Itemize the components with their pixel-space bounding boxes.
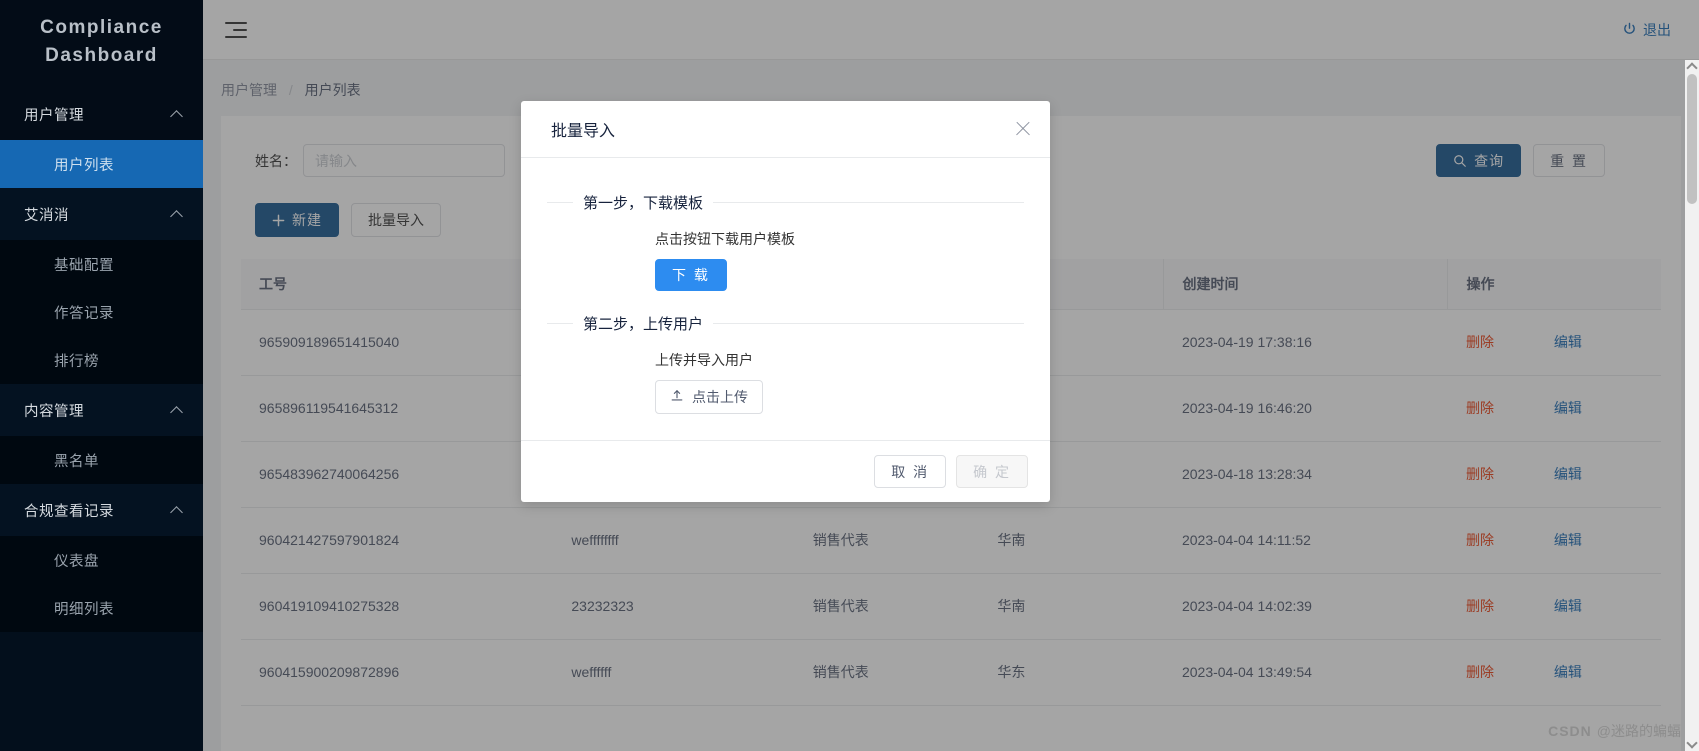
watermark-text: @迷路的蝙蝠 <box>1596 723 1681 739</box>
cancel-button-label: 取 消 <box>891 463 930 480</box>
main-area: 退出 用户管理 / 用户列表 姓名： 工号： <box>203 0 1699 751</box>
sidebar-item-base-config[interactable]: 基础配置 <box>0 240 203 288</box>
brand-title: Compliance Dashboard <box>0 0 203 88</box>
brand-line-1: Compliance <box>40 17 163 38</box>
sidebar-group-user-management[interactable]: 用户管理 <box>0 88 203 140</box>
divider-line-left <box>547 323 573 324</box>
sidebar-item-leaderboard[interactable]: 排行榜 <box>0 336 203 384</box>
scroll-down-arrow-icon[interactable] <box>1686 737 1698 749</box>
sidebar-item-answer-records[interactable]: 作答记录 <box>0 288 203 336</box>
step-2-hint: 上传并导入用户 <box>655 352 753 368</box>
step-1-divider-label: 第一步，下载模板 <box>583 195 704 212</box>
upload-button-label: 点击上传 <box>692 389 748 405</box>
sidebar-group-label: 艾消消 <box>24 207 69 224</box>
divider-line-right <box>713 323 1024 324</box>
cancel-button[interactable]: 取 消 <box>874 455 947 488</box>
chevron-up-icon <box>171 504 183 516</box>
step-2-block: 上传并导入用户 点击上传 <box>547 350 1024 414</box>
chevron-up-icon <box>171 108 183 120</box>
modal-body: 第一步，下载模板 点击按钮下载用户模板 下 载 第二步，上传用户 上传并导入用户 <box>521 158 1050 440</box>
watermark: CSDN @迷路的蝙蝠 <box>1548 721 1681 741</box>
sidebar-item-label: 排行榜 <box>54 353 99 370</box>
step-2-divider-label: 第二步，上传用户 <box>583 316 704 333</box>
step-1-hint: 点击按钮下载用户模板 <box>655 231 795 247</box>
divider-line-right <box>713 202 1024 203</box>
scroll-up-arrow-icon[interactable] <box>1686 62 1698 74</box>
divider-line-left <box>547 202 573 203</box>
sidebar-item-label: 明细列表 <box>54 601 114 618</box>
sidebar-item-label: 仪表盘 <box>54 553 99 570</box>
step-2-divider: 第二步，上传用户 <box>547 313 1024 334</box>
batch-import-modal: 批量导入 第一步，下载模板 点击按钮下载用户模板 下 载 第二步，上传用户 上传… <box>521 101 1050 502</box>
sidebar-group-content-management[interactable]: 内容管理 <box>0 384 203 436</box>
sidebar-item-label: 基础配置 <box>54 257 114 274</box>
watermark-prefix: CSDN <box>1548 723 1592 739</box>
sidebar-group-label: 用户管理 <box>24 107 84 124</box>
vertical-scrollbar[interactable] <box>1685 60 1699 751</box>
modal-footer: 取 消 确 定 <box>521 440 1050 502</box>
sidebar-item-detail-list[interactable]: 明细列表 <box>0 584 203 632</box>
confirm-button[interactable]: 确 定 <box>956 455 1028 488</box>
scrollbar-thumb[interactable] <box>1687 74 1697 204</box>
upload-button[interactable]: 点击上传 <box>655 380 763 414</box>
sidebar-group-aixiaoxiao[interactable]: 艾消消 <box>0 188 203 240</box>
sidebar-item-label: 用户列表 <box>54 157 114 174</box>
step-1-divider: 第一步，下载模板 <box>547 192 1024 213</box>
modal-header: 批量导入 <box>521 101 1050 158</box>
step-1-block: 点击按钮下载用户模板 下 载 <box>547 229 1024 291</box>
sidebar-item-label: 黑名单 <box>54 453 99 470</box>
sidebar-group-label: 合规查看记录 <box>24 503 114 520</box>
app-root: Compliance Dashboard 用户管理 用户列表 艾消消 基础配置 … <box>0 0 1699 751</box>
sidebar-item-label: 作答记录 <box>54 305 114 322</box>
sidebar-group-compliance-records[interactable]: 合规查看记录 <box>0 484 203 536</box>
brand-line-2: Dashboard <box>45 45 158 66</box>
chevron-up-icon <box>171 404 183 416</box>
sidebar-item-user-list[interactable]: 用户列表 <box>0 140 203 188</box>
sidebar-item-blacklist[interactable]: 黑名单 <box>0 436 203 484</box>
chevron-up-icon <box>171 208 183 220</box>
upload-icon <box>670 389 684 406</box>
sidebar-item-dashboard[interactable]: 仪表盘 <box>0 536 203 584</box>
download-template-button[interactable]: 下 载 <box>655 259 727 291</box>
sidebar-group-label: 内容管理 <box>24 403 84 420</box>
sidebar: Compliance Dashboard 用户管理 用户列表 艾消消 基础配置 … <box>0 0 203 751</box>
confirm-button-label: 确 定 <box>973 463 1011 480</box>
modal-title: 批量导入 <box>551 123 616 140</box>
close-icon[interactable] <box>1012 118 1034 140</box>
download-button-label: 下 载 <box>672 267 710 283</box>
sidebar-filler <box>0 632 203 751</box>
